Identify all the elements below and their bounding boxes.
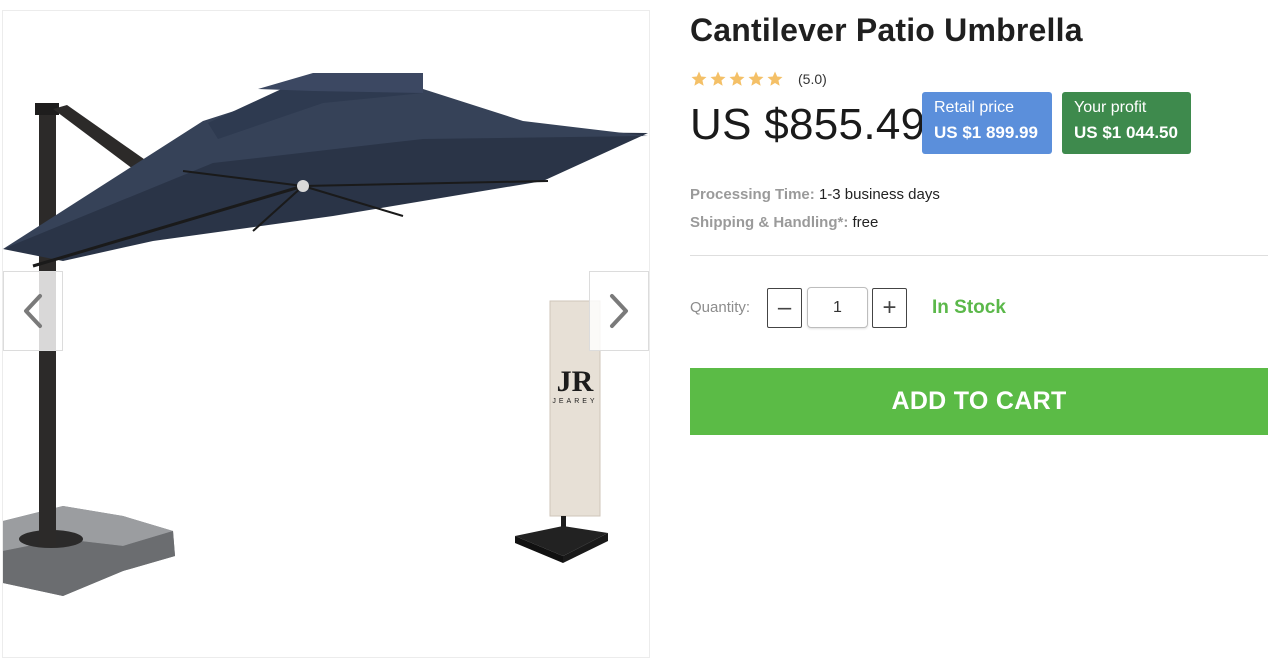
- star-icon: [729, 71, 745, 86]
- product-image[interactable]: JR JEAREY: [3, 11, 650, 658]
- rating-score: (5.0): [798, 71, 827, 87]
- processing-time-label: Processing Time:: [690, 186, 815, 203]
- product-price: US $855.49: [690, 100, 926, 149]
- add-to-cart-button[interactable]: ADD TO CART: [690, 368, 1268, 435]
- retail-price-badge: Retail price US $1 899.99: [922, 92, 1052, 154]
- product-rating[interactable]: (5.0): [690, 70, 827, 88]
- shipping-label: Shipping & Handling*:: [690, 214, 849, 231]
- star-icon: [691, 71, 707, 86]
- quantity-decrease-button[interactable]: –: [767, 288, 802, 328]
- minus-icon: –: [777, 294, 792, 321]
- star-icon: [767, 71, 783, 86]
- retail-price-label: Retail price: [934, 99, 1015, 116]
- profit-value: US $1 044.50: [1074, 123, 1178, 142]
- star-icon: [748, 71, 764, 86]
- chevron-right-icon: [610, 294, 628, 328]
- quantity-label: Quantity:: [690, 299, 751, 316]
- processing-time: Processing Time: 1-3 business days: [690, 186, 940, 203]
- product-gallery: JR JEAREY: [2, 10, 650, 658]
- quantity-increase-button[interactable]: +: [872, 288, 907, 328]
- gallery-prev-button[interactable]: [3, 271, 63, 351]
- shipping-handling: Shipping & Handling*: free: [690, 214, 878, 231]
- rating-stars: [690, 70, 784, 88]
- plus-icon: +: [882, 294, 897, 321]
- chevron-left-icon: [24, 294, 42, 328]
- star-icon: [710, 71, 726, 86]
- cover-logo: JR: [557, 365, 594, 398]
- product-title: Cantilever Patio Umbrella: [690, 12, 1083, 48]
- processing-time-value: 1-3 business days: [818, 186, 940, 203]
- divider: [690, 255, 1268, 256]
- profit-badge: Your profit US $1 044.50: [1062, 92, 1191, 154]
- profit-label: Your profit: [1074, 99, 1147, 116]
- quantity-input[interactable]: [807, 287, 868, 328]
- cover-brand: JEAREY: [552, 398, 597, 405]
- retail-price-value: US $1 899.99: [934, 123, 1038, 142]
- stock-status: In Stock: [932, 297, 1006, 318]
- shipping-value: free: [852, 214, 879, 231]
- gallery-next-button[interactable]: [589, 271, 649, 351]
